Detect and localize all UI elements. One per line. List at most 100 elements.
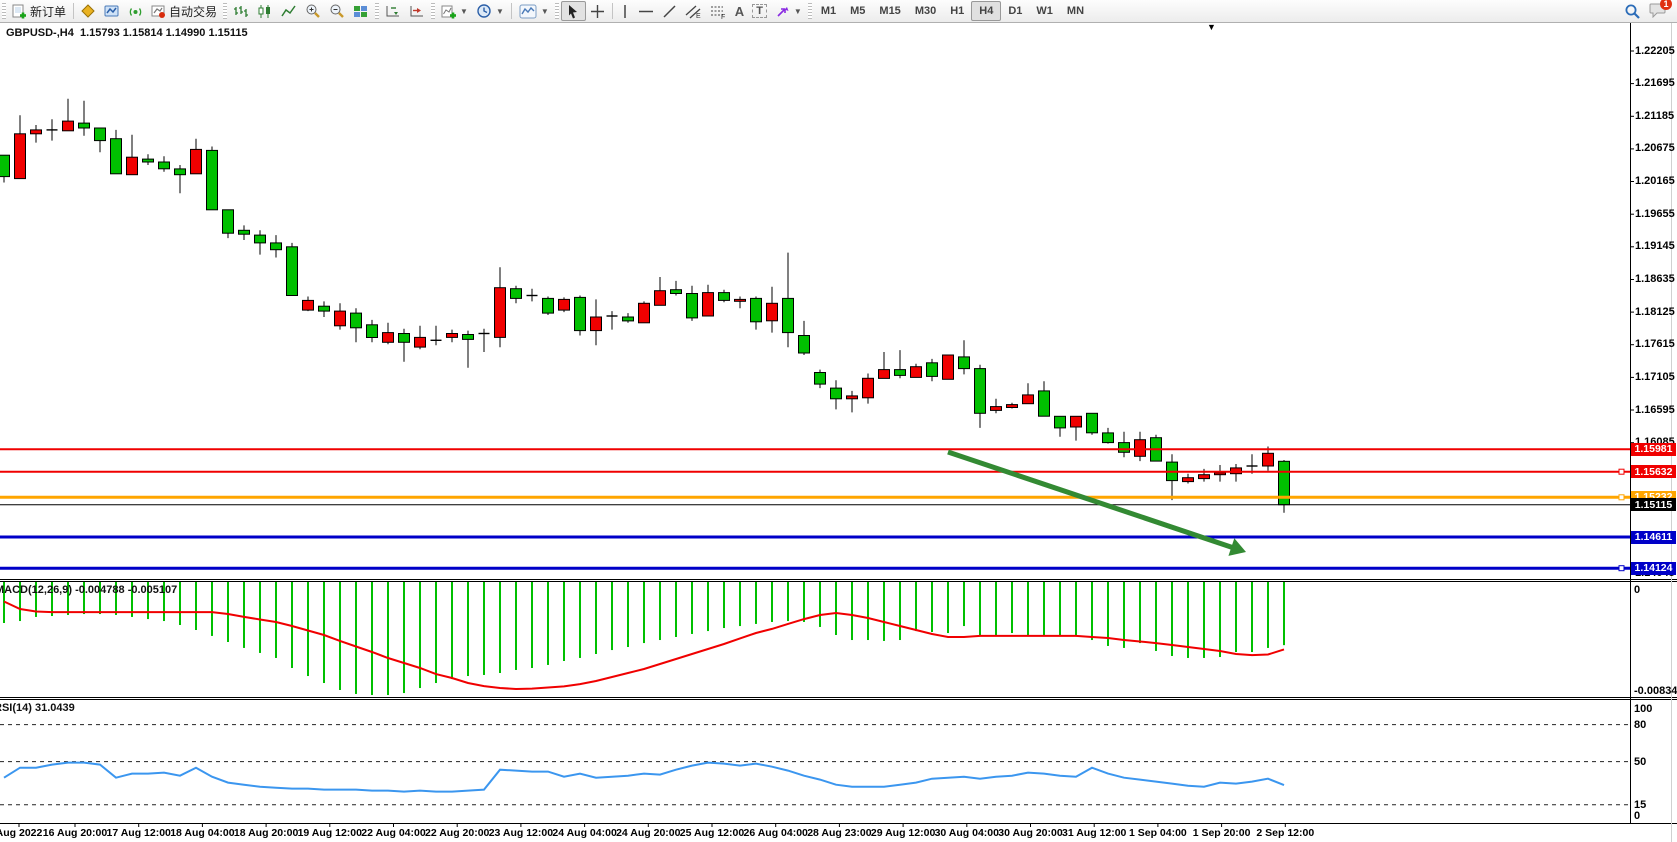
- auto-scroll-icon: [385, 4, 401, 19]
- toolbar-grip[interactable]: [808, 3, 812, 19]
- date-label[interactable]: 30 Aug 04:00: [931, 827, 1003, 839]
- candle: [959, 357, 970, 369]
- line-chart-button[interactable]: [277, 1, 301, 21]
- vertical-line-tool[interactable]: [616, 1, 634, 21]
- date-label[interactable]: 28 Aug 23:00: [803, 827, 875, 839]
- candlestick-chart-button[interactable]: [253, 1, 277, 21]
- crosshair-tool[interactable]: [586, 1, 609, 21]
- rsi-panel[interactable]: [0, 725, 1630, 805]
- line-drag-handle[interactable]: [1619, 495, 1624, 500]
- bar-chart-button[interactable]: [229, 1, 253, 21]
- timeframe-MN[interactable]: MN: [1060, 2, 1091, 20]
- date-label[interactable]: 26 Aug 04:00: [740, 827, 812, 839]
- toolbar-grip[interactable]: [223, 3, 227, 19]
- candle: [735, 299, 746, 301]
- date-label[interactable]: 18 Aug 20:00: [230, 827, 302, 839]
- date-label[interactable]: 23 Aug 12:00: [485, 827, 557, 839]
- zoom-out-button[interactable]: [325, 1, 349, 21]
- timeframe-W1[interactable]: W1: [1029, 2, 1060, 20]
- auto-trading-button[interactable]: 自动交易: [147, 1, 221, 21]
- arrow-shapes-icon: [775, 4, 790, 19]
- toolbar-grip[interactable]: [2, 3, 6, 19]
- date-label[interactable]: 2 Sep 12:00: [1249, 827, 1321, 839]
- date-label[interactable]: 18 Aug 04:00: [166, 827, 238, 839]
- profiles-button[interactable]: [100, 1, 124, 21]
- candle: [31, 130, 42, 134]
- line-drag-handle[interactable]: [1619, 469, 1624, 474]
- periods-dropdown[interactable]: ▼: [472, 1, 508, 21]
- svg-text:F: F: [721, 14, 725, 19]
- cursor-tool[interactable]: [561, 1, 586, 21]
- candlestick-chart-icon: [257, 4, 273, 19]
- date-label[interactable]: 24 Aug 20:00: [612, 827, 684, 839]
- price-badge: 1.15981: [1631, 443, 1676, 456]
- date-label[interactable]: 19 Aug 12:00: [294, 827, 366, 839]
- price-chart-panel[interactable]: [0, 99, 1290, 513]
- candle: [879, 370, 890, 379]
- text-label-tool[interactable]: T: [748, 1, 771, 21]
- profile-chart-icon: [104, 4, 120, 19]
- market-watch-button[interactable]: [124, 1, 147, 21]
- zoom-in-button[interactable]: [301, 1, 325, 21]
- indicators-dropdown[interactable]: ▼: [437, 1, 472, 21]
- mt4-window: 新订单 自动交易: [0, 0, 1677, 842]
- price-tick-label: 1.21185: [1635, 110, 1674, 122]
- template-dropdown[interactable]: ▼: [515, 1, 553, 21]
- date-label[interactable]: 1 Sep 20:00: [1186, 827, 1258, 839]
- price-tick-label: 1.19655: [1635, 208, 1675, 220]
- trendline-tool[interactable]: [658, 1, 681, 21]
- date-label[interactable]: 24 Aug 04:00: [549, 827, 621, 839]
- chart-canvas[interactable]: [0, 0, 1677, 842]
- date-label[interactable]: 22 Aug 20:00: [421, 827, 493, 839]
- timeframe-M5[interactable]: M5: [843, 2, 872, 20]
- price-badge: 1.15115: [1631, 498, 1676, 511]
- toolbar-grip[interactable]: [375, 3, 379, 19]
- timeframe-group: M1M5M15M30H1H4D1W1MN: [814, 1, 1091, 21]
- candle: [703, 293, 714, 316]
- gold-diamond-icon: [81, 4, 96, 19]
- candle: [511, 289, 522, 299]
- timeframe-D1[interactable]: D1: [1001, 2, 1029, 20]
- date-label[interactable]: 29 Aug 12:00: [867, 827, 939, 839]
- horizontal-line-tool[interactable]: [634, 1, 658, 21]
- tile-windows-button[interactable]: [349, 1, 373, 21]
- candle: [863, 378, 874, 398]
- arrows-dropdown[interactable]: ▼: [771, 1, 806, 21]
- candle: [175, 169, 186, 175]
- trend-arrow[interactable]: [948, 452, 1237, 549]
- macd-panel[interactable]: [4, 582, 1284, 695]
- timeframe-M30[interactable]: M30: [908, 2, 943, 20]
- date-label[interactable]: 16 Aug 20:00: [39, 827, 111, 839]
- zoom-in-icon: [305, 3, 321, 19]
- timeframe-H1[interactable]: H1: [943, 2, 971, 20]
- date-label[interactable]: 1 Sep 04:00: [1122, 827, 1194, 839]
- text-tool[interactable]: A: [731, 1, 748, 21]
- auto-scroll-button[interactable]: [381, 1, 405, 21]
- alert-button[interactable]: [77, 1, 100, 21]
- timeframe-M15[interactable]: M15: [872, 2, 907, 20]
- line-chart-icon: [281, 4, 297, 19]
- fibonacci-icon: F: [710, 4, 727, 19]
- price-tick-label: 1.17105: [1635, 371, 1675, 383]
- chart-shift-marker[interactable]: ▼: [1207, 22, 1216, 32]
- line-drag-handle[interactable]: [1619, 566, 1624, 571]
- date-label[interactable]: 17 Aug 12:00: [103, 827, 175, 839]
- search-icon[interactable]: [1624, 3, 1641, 20]
- chevron-down-icon: ▼: [541, 7, 549, 16]
- fibonacci-tool[interactable]: F: [706, 1, 731, 21]
- rsi-indicator-label: RSI(14) 31.0439: [0, 702, 75, 714]
- timeframe-M1[interactable]: M1: [814, 2, 843, 20]
- new-order-button[interactable]: 新订单: [8, 1, 70, 21]
- date-label[interactable]: 31 Aug 12:00: [1058, 827, 1130, 839]
- date-label[interactable]: 22 Aug 04:00: [358, 827, 430, 839]
- price-tick-label: 1.21695: [1635, 77, 1675, 89]
- equidistant-channel-tool[interactable]: E: [681, 1, 706, 21]
- date-label[interactable]: 25 Aug 12:00: [676, 827, 748, 839]
- date-label[interactable]: 30 Aug 20:00: [995, 827, 1067, 839]
- candle: [0, 155, 10, 176]
- toolbar-grip[interactable]: [431, 3, 435, 19]
- timeframe-H4[interactable]: H4: [971, 1, 1001, 21]
- notifications-button[interactable]: 1: [1649, 2, 1667, 21]
- chart-shift-button[interactable]: [405, 1, 429, 21]
- toolbar-grip[interactable]: [555, 3, 559, 19]
